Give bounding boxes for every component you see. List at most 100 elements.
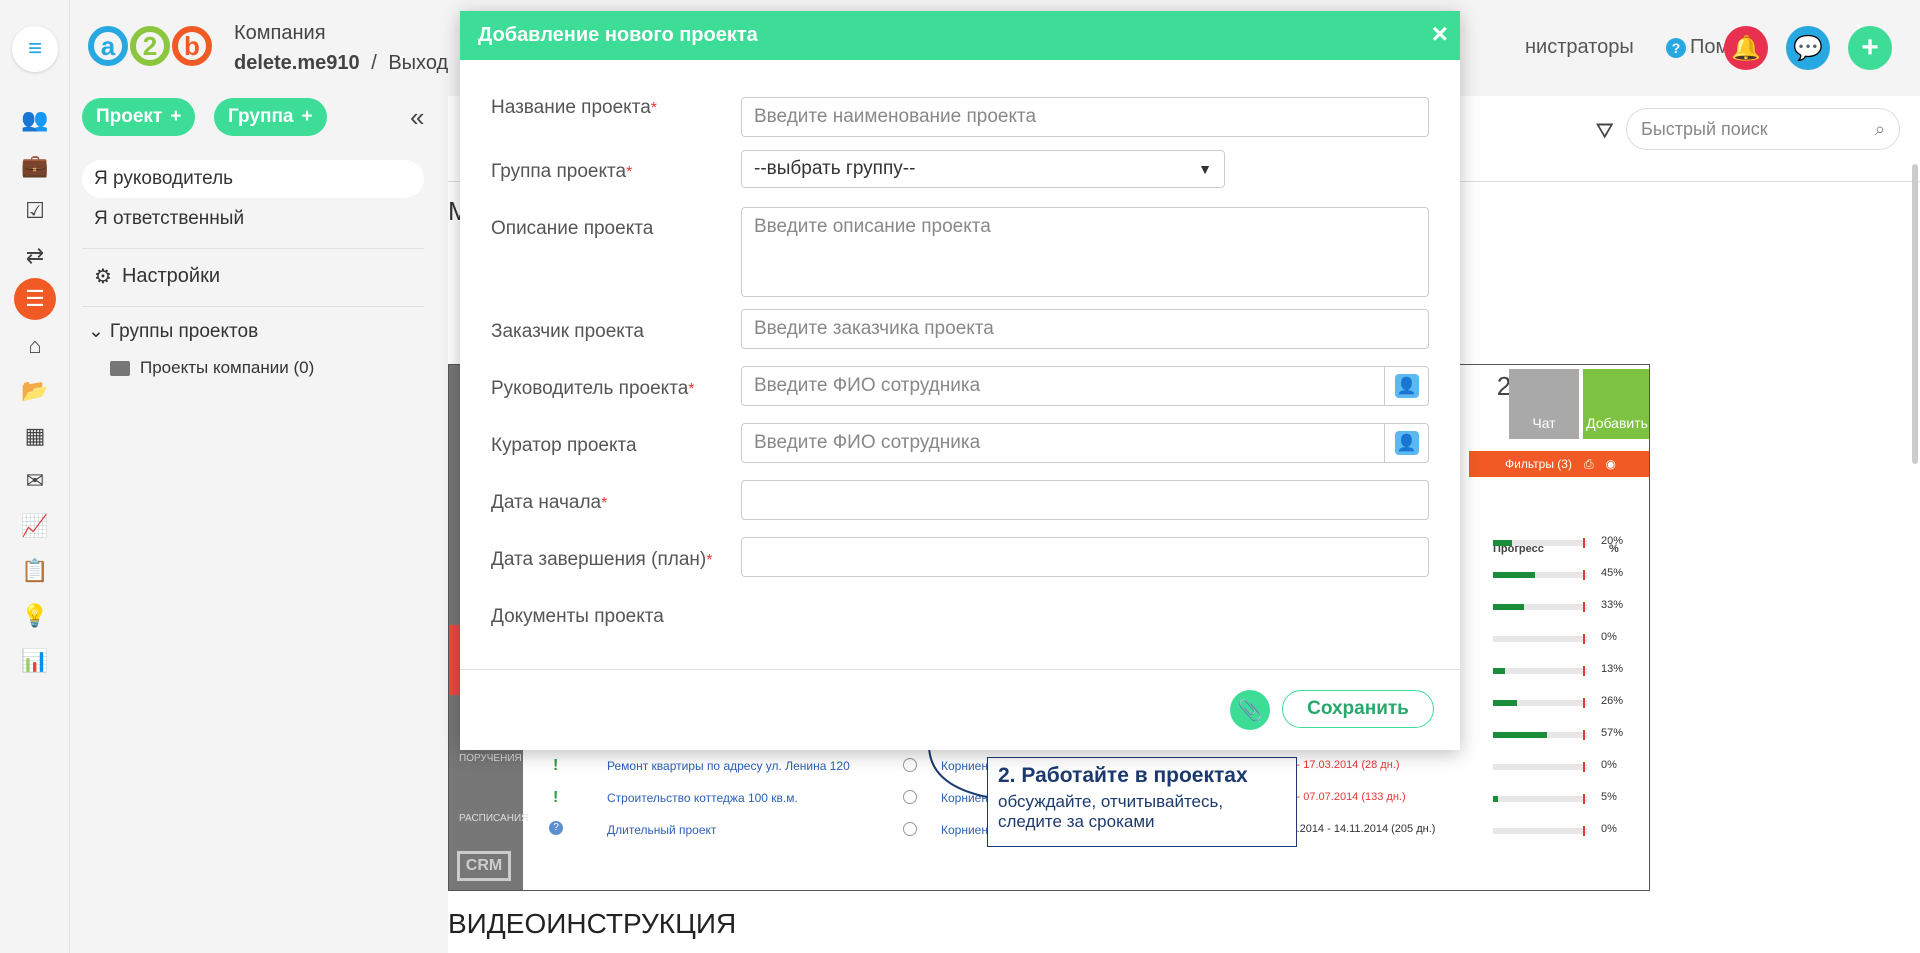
users-icon[interactable]: 👥 xyxy=(14,99,56,141)
separator: / xyxy=(371,52,377,74)
user-circle-icon: ◉ xyxy=(1605,457,1617,471)
home-icon[interactable]: ⌂ xyxy=(14,325,56,367)
deadline-marker xyxy=(1583,666,1585,676)
progress-percent: 5% xyxy=(1601,791,1617,803)
progress-percent: 57% xyxy=(1601,727,1624,739)
project-description-textarea[interactable]: Введите описание проекта xyxy=(741,207,1429,297)
lightbulb-icon[interactable]: 💡 xyxy=(14,595,56,637)
deadline-marker xyxy=(1583,634,1585,644)
divider xyxy=(82,248,424,249)
settings-link[interactable]: ⚙ Настройки xyxy=(94,264,220,289)
admins-link[interactable]: нистраторы xyxy=(1525,36,1634,59)
add-group-button[interactable]: Группа + xyxy=(214,98,327,136)
briefcase-icon[interactable]: 💼 xyxy=(14,145,56,187)
progress-percent: 20% xyxy=(1601,535,1624,547)
progress-fill xyxy=(1493,796,1498,802)
project-customer-input[interactable]: Введите заказчика проекта xyxy=(741,309,1429,349)
folder-open-icon[interactable]: 📂 xyxy=(14,370,56,412)
folder-icon xyxy=(110,360,130,376)
start-date-label: Дата начала xyxy=(491,492,602,513)
chart-line-icon[interactable]: 📈 xyxy=(14,505,56,547)
sidebar-item-i-manager[interactable]: Я руководитель xyxy=(82,160,424,198)
lock-icon xyxy=(903,822,917,836)
progress-percent: 13% xyxy=(1601,663,1624,675)
group-item-company-projects[interactable]: Проекты компании (0) xyxy=(110,358,314,378)
project-groups-toggle[interactable]: ⌄ Группы проектов xyxy=(88,320,258,343)
progress-bar xyxy=(1493,826,1587,836)
question-icon: ? xyxy=(549,821,563,835)
repeat-icon[interactable]: ⇄ xyxy=(14,235,56,277)
deadline-marker xyxy=(1583,570,1585,580)
progress-bar xyxy=(1493,666,1587,676)
project-group-select[interactable]: --выбрать группу-- ▼ xyxy=(741,150,1225,188)
project-name-input[interactable]: Введите наименование проекта xyxy=(741,97,1429,137)
progress-percent: 0% xyxy=(1601,823,1617,835)
add-project-button[interactable]: Проект + xyxy=(82,98,196,136)
required-mark: * xyxy=(650,100,657,117)
person-icon: 👤 xyxy=(1394,431,1419,455)
analytics-icon[interactable]: 📊 xyxy=(14,640,56,682)
mail-icon[interactable]: ✉ xyxy=(14,460,56,502)
add-plus-icon[interactable]: + xyxy=(1848,26,1892,70)
quick-search-input[interactable]: Быстрый поиск ⌕ xyxy=(1626,108,1900,150)
select-employee-button[interactable]: 👤 xyxy=(1384,367,1428,405)
hamburger-menu-icon[interactable]: ≡ xyxy=(12,26,58,72)
help-icon: ? xyxy=(1666,37,1686,58)
required-mark: * xyxy=(688,381,695,398)
select-employee-button[interactable]: 👤 xyxy=(1384,424,1428,462)
printer-icon: ⎙ xyxy=(1583,456,1594,471)
end-date-label: Дата завершения (план) xyxy=(491,549,707,570)
screenshot-chat-tile: Чат xyxy=(1509,369,1579,439)
projects-sidebar: Проект + Группа + « Я руководитель Я отв… xyxy=(70,96,438,953)
notifications-bell-icon[interactable]: 🔔 xyxy=(1724,26,1768,70)
collapse-double-chevron-icon[interactable]: « xyxy=(410,102,424,133)
account-name[interactable]: delete.me910 xyxy=(234,52,360,74)
callout-line-1: обсуждайте, отчитывайтесь, xyxy=(998,792,1224,811)
add-project-label: Проект xyxy=(96,106,163,127)
project-customer-placeholder: Введите заказчика проекта xyxy=(754,318,994,339)
project-customer-label: Заказчик проекта xyxy=(491,321,644,342)
project-curator-input[interactable]: Введите ФИО сотрудника 👤 xyxy=(741,423,1429,463)
logo[interactable]: a 2 b xyxy=(88,26,212,66)
project-manager-input[interactable]: Введите ФИО сотрудника 👤 xyxy=(741,366,1429,406)
progress-fill xyxy=(1493,668,1506,674)
video-instruction-title: ВИДЕОИНСТРУКЦИЯ xyxy=(448,908,737,939)
lock-icon xyxy=(903,790,917,804)
calendar-icon[interactable]: ▦ xyxy=(14,415,56,457)
project-name[interactable]: Ремонт квартиры по адресу ул. Ленина 120 xyxy=(607,759,850,773)
callout-title: 2. Работайте в проектах xyxy=(998,764,1248,787)
chat-icon[interactable]: 💬 xyxy=(1786,26,1830,70)
progress-fill xyxy=(1493,700,1518,706)
start-date-input[interactable] xyxy=(741,480,1429,520)
progress-bar xyxy=(1493,794,1587,804)
checkbox-icon[interactable]: ☑ xyxy=(14,190,56,232)
end-date-input[interactable] xyxy=(741,537,1429,577)
filter-icon[interactable]: ⛛ xyxy=(1596,118,1614,144)
callout-line-2: следите за сроками xyxy=(998,812,1155,832)
project-documents-label: Документы проекта xyxy=(491,606,664,627)
attach-paperclip-icon[interactable]: 📎 xyxy=(1230,690,1270,730)
sidebar-item-i-responsible[interactable]: Я ответственный xyxy=(82,200,424,238)
chevron-down-icon: ⌄ xyxy=(88,321,104,342)
close-icon[interactable]: × xyxy=(1432,19,1448,49)
modal-header: Добавление нового проекта × xyxy=(460,11,1460,60)
progress-bar xyxy=(1493,730,1587,740)
project-name[interactable]: Строительство коттеджа 100 кв.м. xyxy=(607,791,798,805)
save-button[interactable]: Сохранить xyxy=(1282,690,1434,728)
left-rail: ≡ 👥 💼 ☑ ⇄ ☰ ⌂ 📂 ▦ ✉ 📈 📋 💡 📊 xyxy=(0,0,70,953)
project-name[interactable]: Длительный проект xyxy=(607,823,716,837)
modal-title: Добавление нового проекта xyxy=(478,24,758,46)
scrollbar[interactable] xyxy=(1912,164,1918,464)
lock-icon xyxy=(903,758,917,772)
search-icon: ⌕ xyxy=(1874,118,1885,139)
progress-fill xyxy=(1493,572,1536,578)
clipboard-icon[interactable]: 📋 xyxy=(14,550,56,592)
priority-icon: ! xyxy=(553,757,559,774)
progress-percent: 33% xyxy=(1601,599,1624,611)
project-description-placeholder: Введите описание проекта xyxy=(754,216,991,237)
project-manager-label: Руководитель проекта xyxy=(491,378,689,399)
progress-percent: 26% xyxy=(1601,695,1624,707)
callout-box: 2. Работайте в проектах обсуждайте, отчи… xyxy=(987,757,1297,847)
projects-icon[interactable]: ☰ xyxy=(14,278,56,320)
logout-link[interactable]: Выход xyxy=(388,52,448,74)
